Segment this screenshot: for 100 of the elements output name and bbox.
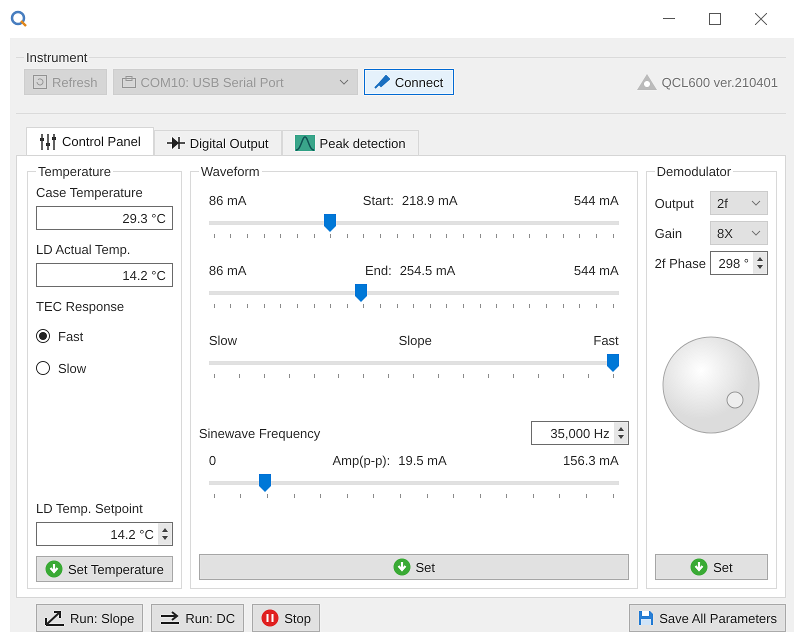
tick-mark: [363, 374, 364, 378]
tick-mark: [512, 234, 514, 238]
tick-mark: [559, 494, 560, 498]
save-button[interactable]: Save All Parameters: [629, 604, 786, 632]
set-temperature-button[interactable]: Set Temperature: [36, 556, 173, 582]
tick-mark: [280, 234, 282, 238]
radio-button[interactable]: [36, 361, 50, 375]
slider-min-label: 86 mA: [208, 193, 246, 208]
tick-mark: [267, 494, 268, 498]
tick-mark: [596, 304, 597, 308]
field-label: Sinewave Frequency: [198, 426, 320, 440]
slider-thumb[interactable]: [606, 354, 619, 372]
tick-mark: [512, 374, 514, 378]
caret-icon: [751, 230, 761, 236]
tick-mark: [296, 304, 298, 308]
tick-mark: [330, 234, 332, 238]
slider-min-label: Slow: [208, 333, 238, 348]
tick-mark: [612, 304, 614, 308]
tick-mark: [380, 304, 381, 308]
tick-mark: [496, 304, 498, 308]
tick-mark: [430, 234, 431, 238]
spin-arrows-icon[interactable]: [160, 527, 169, 541]
group-title: Instrument: [25, 50, 88, 65]
arrow-icon: [160, 611, 180, 625]
setpoint-spinbox[interactable]: 14.2 °C: [36, 522, 173, 546]
slider-min-label: 86 mA: [208, 263, 246, 278]
download-icon: [45, 560, 63, 578]
tick-mark: [346, 494, 348, 498]
tick-mark: [512, 304, 514, 308]
knob[interactable]: [661, 335, 762, 435]
tick-mark: [546, 304, 548, 308]
run-button[interactable]: Stop: [252, 604, 320, 632]
phase-spinbox[interactable]: 298 °: [710, 251, 768, 275]
tick-mark: [463, 234, 464, 238]
minimize-icon[interactable]: [663, 18, 675, 20]
radio-label: Fast: [58, 328, 84, 344]
plug-icon: [374, 75, 390, 89]
slider[interactable]: [208, 474, 619, 492]
caret-icon: [338, 79, 349, 85]
slider-label: End:: [364, 263, 392, 278]
set-button[interactable]: Set: [654, 554, 768, 580]
tick-mark: [480, 304, 481, 308]
spin-arrows-icon[interactable]: [616, 426, 625, 440]
tick-mark: [296, 234, 298, 238]
slider[interactable]: [208, 214, 619, 232]
tick-mark: [538, 374, 539, 378]
tab[interactable]: Peak detection: [282, 130, 419, 155]
slider[interactable]: [208, 284, 619, 302]
tick-mark: [294, 494, 295, 498]
slider-thumb[interactable]: [355, 284, 368, 302]
slider-max-label: 156.3 mA: [563, 453, 619, 468]
sliders-icon: [39, 134, 57, 150]
slider-thumb[interactable]: [258, 474, 271, 492]
slider-min-label: 0: [208, 453, 216, 468]
run-button[interactable]: Run: Slope: [36, 604, 144, 632]
tick-mark: [446, 234, 448, 238]
frequency-spinbox[interactable]: 35,000 Hz: [530, 421, 629, 445]
slider[interactable]: [208, 354, 619, 372]
version-label: QCL600 ver.210401: [662, 74, 778, 90]
tick-mark: [346, 304, 348, 308]
tick-mark: [400, 494, 401, 498]
run-button[interactable]: Run: DC: [151, 604, 244, 632]
tick-mark: [413, 234, 414, 238]
tick-mark: [506, 494, 508, 498]
stop-icon: [261, 609, 280, 627]
gain-dropdown[interactable]: 8X: [710, 221, 768, 245]
tick-mark: [596, 234, 597, 238]
tick-mark: [579, 304, 580, 308]
tab[interactable]: Control Panel: [26, 127, 154, 155]
connect-button[interactable]: Connect: [364, 69, 454, 95]
tick-mark: [320, 494, 322, 498]
tick-mark: [214, 374, 215, 378]
app-logo-icon: [10, 10, 28, 28]
tick-mark: [480, 494, 481, 498]
tick-mark: [546, 234, 548, 238]
slider-label: Start:: [362, 193, 394, 208]
spin-arrows-icon[interactable]: [756, 256, 764, 270]
tick-mark: [588, 374, 589, 378]
slider-thumb[interactable]: [324, 214, 336, 232]
tick-mark: [413, 304, 414, 308]
diode-icon: [166, 136, 185, 150]
output-dropdown[interactable]: 2f: [710, 191, 768, 215]
tick-mark: [214, 304, 215, 308]
group-title: Temperature: [37, 164, 112, 179]
tick-mark: [488, 374, 490, 378]
slider-reading: 218.9 mA: [402, 193, 458, 208]
tick-mark: [314, 234, 315, 238]
close-icon[interactable]: [755, 13, 767, 25]
slider-max-label: 544 mA: [574, 263, 619, 278]
tick-mark: [529, 234, 530, 238]
tab[interactable]: Digital Output: [154, 130, 282, 155]
maximize-icon[interactable]: [709, 13, 721, 25]
slider-label: Amp(p-p):: [332, 453, 390, 468]
tick-mark: [238, 374, 240, 378]
readout-field: 29.3 °C: [36, 206, 173, 230]
set-button[interactable]: Set: [198, 554, 629, 580]
save-icon: [638, 610, 654, 626]
group-label: TEC Response: [36, 299, 126, 314]
field-label: LD Temp. Setpoint: [36, 501, 144, 516]
radio-button[interactable]: [36, 329, 50, 343]
